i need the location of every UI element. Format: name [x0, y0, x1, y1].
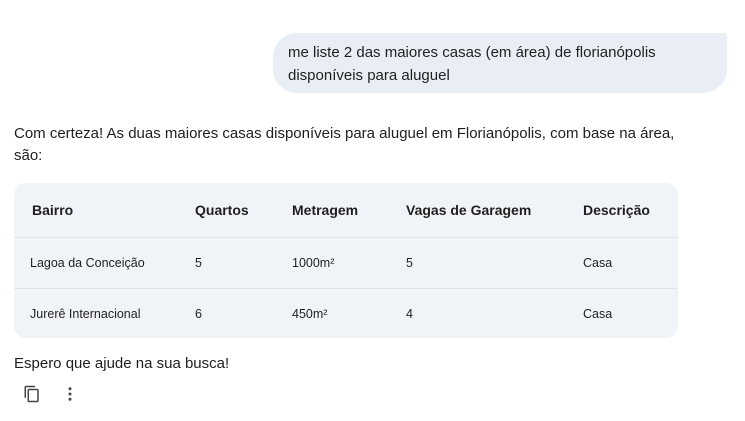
table-header-vagas: Vagas de Garagem [406, 183, 583, 238]
table-header-metragem: Metragem [292, 183, 406, 238]
user-message-bubble: me liste 2 das maiores casas (em área) d… [273, 33, 727, 93]
copy-icon [24, 385, 39, 403]
table-header-row: Bairro Quartos Metragem Vagas de Garagem… [14, 183, 678, 238]
table-cell: Casa [583, 307, 613, 321]
response-intro: Com certeza! As duas maiores casas dispo… [14, 125, 675, 164]
table-cell: 5 [406, 237, 583, 289]
user-message-line-2: disponíveis para aluguel [288, 67, 450, 84]
table-cell: 5 [195, 237, 292, 289]
table-cell: Lagoa da Conceição [14, 237, 195, 289]
more-options-button[interactable] [58, 382, 82, 406]
table-header-quartos: Quartos [195, 183, 292, 238]
table-header-descricao: Descrição [583, 183, 678, 238]
table-row: Jurerê Internacional 6 450m² 4 Casa [14, 289, 678, 339]
table-cell: 6 [195, 307, 202, 321]
table-cell: 1000m² [292, 237, 406, 289]
response-actions [20, 382, 82, 406]
table-header-bairro: Bairro [14, 183, 195, 238]
copy-button[interactable] [20, 382, 44, 406]
response-table: Bairro Quartos Metragem Vagas de Garagem… [14, 183, 678, 338]
table-cell: Jurerê Internacional [30, 307, 141, 321]
user-message-line-1: me liste 2 das maiores casas (em área) d… [288, 44, 656, 61]
table-cell: 4 [406, 307, 413, 321]
table-row: Lagoa da Conceição 5 1000m² 5 Casa [14, 237, 678, 289]
more-vert-icon [68, 387, 72, 401]
table-cell: 450m² [292, 307, 328, 321]
table-cell: Casa [583, 237, 678, 289]
response-closing: Espero que ajude na sua busca! [14, 355, 230, 372]
